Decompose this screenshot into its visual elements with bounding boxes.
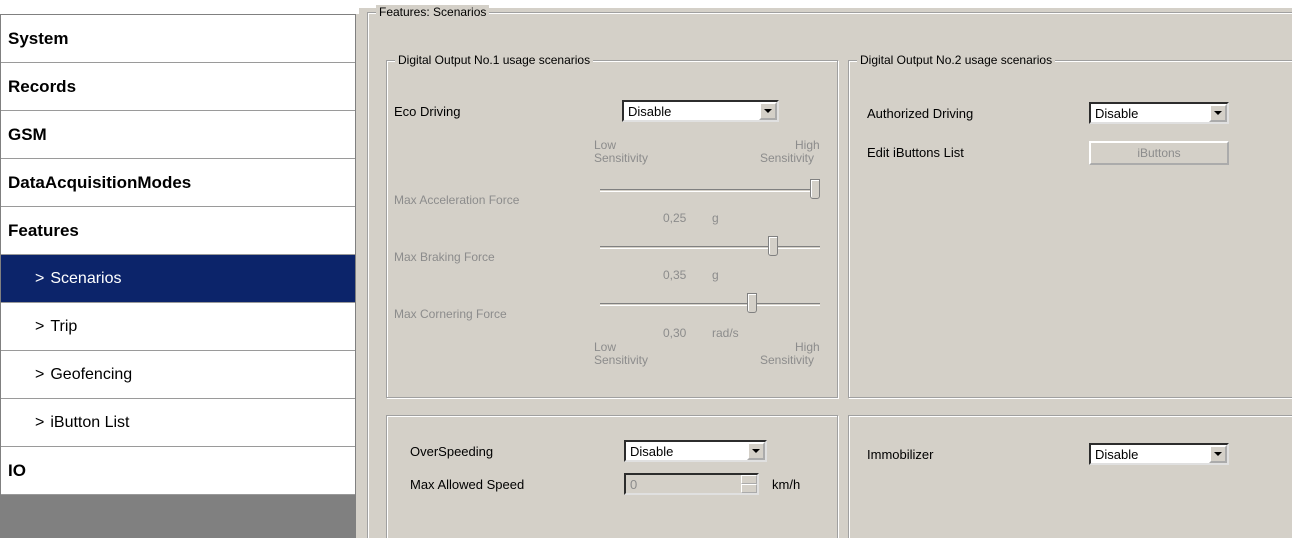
authorized-driving-select[interactable]: Disable	[1089, 102, 1229, 124]
max-acceleration-slider-thumb[interactable]	[810, 179, 820, 199]
sensitivity-label: Sensitivity	[594, 151, 649, 165]
max-allowed-speed-value: 0	[630, 477, 638, 492]
max-allowed-speed-label: Max Allowed Speed	[410, 477, 525, 492]
sidebar-item-label: System	[8, 28, 69, 48]
sensitivity-label: Sensitivity	[594, 353, 649, 367]
max-braking-value: 0,35	[663, 268, 687, 282]
group-title: Digital Output No.2 usage scenarios	[857, 53, 1056, 67]
chevron-right-icon: >	[35, 269, 45, 287]
sidebar-item-ibutton-list[interactable]: > iButton List	[1, 399, 356, 447]
sidebar-empty-area	[1, 495, 356, 538]
max-cornering-unit: rad/s	[712, 326, 739, 340]
sidebar-item-label: Scenarios	[50, 269, 122, 287]
main-panel: Features: Scenarios Digital Output No.1 …	[359, 0, 1292, 538]
max-acceleration-slider[interactable]	[600, 189, 820, 192]
sidebar: System Records GSM DataAcquisitionModes …	[0, 14, 356, 538]
overspeeding-group: OverSpeeding Disable Max Allowed Speed 0…	[386, 415, 838, 538]
max-allowed-speed-input[interactable]: 0	[624, 473, 759, 495]
max-braking-unit: g	[712, 268, 719, 282]
sensitivity-label: Sensitivity	[760, 151, 815, 165]
group-title: Features: Scenarios	[376, 5, 490, 19]
speed-unit: km/h	[772, 477, 801, 492]
immobilizer-value: Disable	[1095, 447, 1139, 462]
eco-driving-label: Eco Driving	[394, 104, 461, 119]
eco-driving-value: Disable	[628, 104, 672, 119]
sidebar-item-label: IO	[8, 460, 26, 480]
edit-ibuttons-label: Edit iButtons List	[867, 145, 964, 160]
overspeeding-value: Disable	[630, 444, 674, 459]
chevron-right-icon: >	[35, 317, 45, 335]
authorized-driving-label: Authorized Driving	[867, 106, 974, 121]
dropdown-arrow-icon[interactable]	[1209, 445, 1227, 463]
max-acceleration-unit: g	[712, 211, 719, 225]
sidebar-item-scenarios[interactable]: > Scenarios	[1, 255, 356, 303]
sidebar-item-label: Features	[8, 220, 79, 240]
sidebar-item-trip[interactable]: > Trip	[1, 303, 356, 351]
dropdown-arrow-icon[interactable]	[747, 442, 765, 460]
sidebar-item-gsm[interactable]: GSM	[1, 111, 356, 159]
max-braking-slider[interactable]	[600, 246, 820, 249]
sidebar-item-geofencing[interactable]: > Geofencing	[1, 351, 356, 399]
immobilizer-select[interactable]: Disable	[1089, 443, 1229, 465]
spin-arrows-icon[interactable]	[741, 475, 757, 493]
overspeeding-select[interactable]: Disable	[624, 440, 767, 462]
dropdown-arrow-icon[interactable]	[759, 102, 777, 120]
ibuttons-button[interactable]: iButtons	[1089, 141, 1229, 165]
sidebar-item-label: Geofencing	[50, 365, 133, 383]
digital-output-2-group: Digital Output No.2 usage scenarios Auth…	[848, 53, 1292, 398]
max-cornering-slider[interactable]	[600, 303, 820, 306]
settings-panel: Features: Scenarios Digital Output No.1 …	[359, 5, 1292, 538]
sidebar-item-label: iButton List	[50, 413, 130, 431]
max-cornering-slider-thumb[interactable]	[747, 293, 757, 313]
max-braking-slider-thumb[interactable]	[768, 236, 778, 256]
eco-driving-select[interactable]: Disable	[622, 100, 779, 122]
sidebar-item-io[interactable]: IO	[1, 447, 356, 495]
sidebar-item-features[interactable]: Features	[1, 207, 356, 255]
overspeeding-label: OverSpeeding	[410, 444, 494, 459]
max-acceleration-value: 0,25	[663, 211, 687, 225]
sidebar-item-label: GSM	[8, 124, 47, 144]
sidebar-item-dataacquisitionmodes[interactable]: DataAcquisitionModes	[1, 159, 356, 207]
max-acceleration-label: Max Acceleration Force	[394, 193, 520, 207]
dropdown-arrow-icon[interactable]	[1209, 104, 1227, 122]
max-cornering-label: Max Cornering Force	[394, 307, 507, 321]
sidebar-item-label: Records	[8, 76, 77, 96]
chevron-right-icon: >	[35, 365, 45, 383]
immobilizer-group: Immobilizer Disable	[848, 415, 1292, 538]
group-title: Digital Output No.1 usage scenarios	[395, 53, 594, 67]
sidebar-item-records[interactable]: Records	[1, 63, 356, 111]
sidebar-item-label: DataAcquisitionModes	[8, 172, 192, 192]
max-braking-label: Max Braking Force	[394, 250, 495, 264]
immobilizer-label: Immobilizer	[867, 447, 934, 462]
sidebar-item-label: Trip	[50, 317, 78, 335]
sidebar-item-system[interactable]: System	[1, 15, 356, 63]
chevron-right-icon: >	[35, 413, 45, 431]
digital-output-1-group: Digital Output No.1 usage scenarios Eco …	[386, 53, 838, 398]
authorized-driving-value: Disable	[1095, 106, 1139, 121]
sensitivity-label: Sensitivity	[760, 353, 815, 367]
max-cornering-value: 0,30	[663, 326, 687, 340]
